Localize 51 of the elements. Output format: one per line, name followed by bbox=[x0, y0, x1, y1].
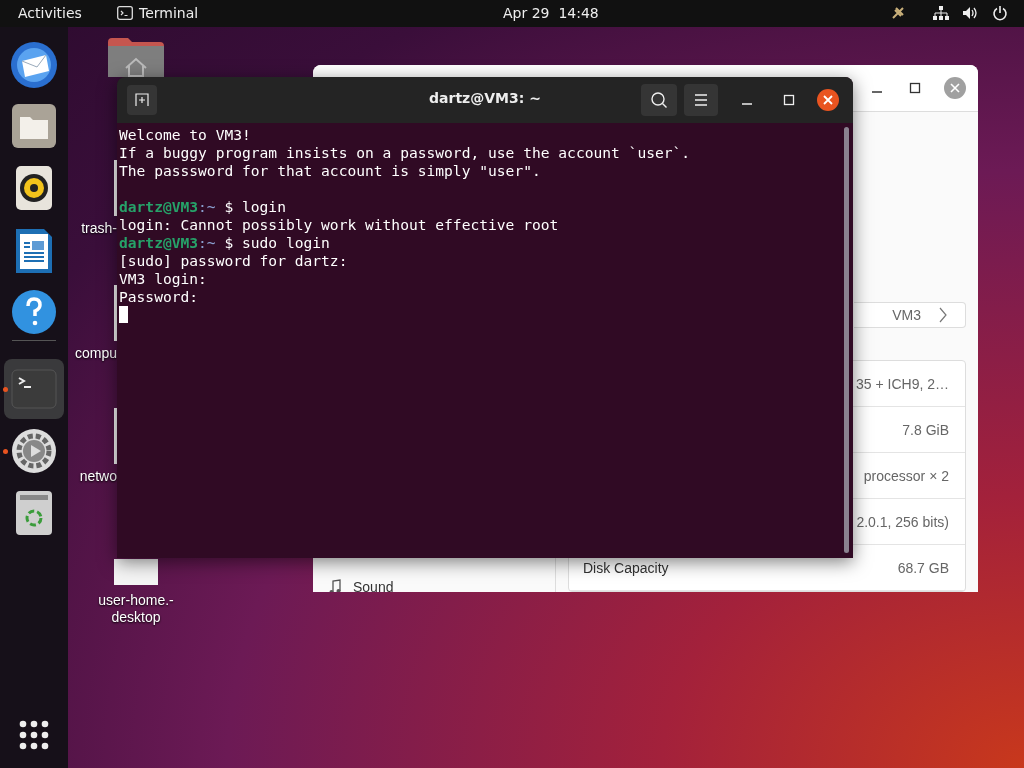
clock[interactable]: Apr 29 14:48 bbox=[503, 5, 599, 21]
pin-icon[interactable] bbox=[890, 5, 906, 21]
terminal-line: [sudo] password for dartz: bbox=[119, 252, 348, 270]
terminal-icon bbox=[11, 369, 57, 409]
home-folder-icon[interactable] bbox=[108, 38, 164, 77]
terminal-line: Password: bbox=[119, 288, 199, 306]
maximize-button[interactable] bbox=[909, 82, 921, 94]
gear-icon bbox=[11, 428, 57, 474]
app-menu[interactable]: Terminal bbox=[139, 5, 199, 21]
terminal-line: The passsword for that account is simply "user". bbox=[119, 162, 541, 180]
menu-button[interactable] bbox=[684, 84, 718, 116]
close-button[interactable] bbox=[817, 89, 839, 111]
info-value: 35 + ICH9, 2… bbox=[856, 375, 949, 392]
desktop-icon-label[interactable]: compu bbox=[74, 345, 117, 362]
info-value: processor × 2 bbox=[863, 467, 949, 484]
envelope-globe-icon bbox=[10, 41, 58, 89]
terminal-icon bbox=[117, 6, 133, 20]
trash-icon bbox=[15, 490, 53, 536]
prompt-line: dartz@VM3:~ $ sudo login bbox=[119, 234, 330, 252]
hostname-row[interactable]: VM3 bbox=[854, 302, 966, 328]
text-cursor bbox=[119, 306, 128, 323]
terminal-line: If a buggy program insists on a password, use the account `user`. bbox=[119, 144, 691, 162]
volume-icon[interactable] bbox=[962, 5, 978, 21]
prompt-line: dartz@VM3:~ $ login bbox=[119, 198, 286, 216]
terminal-line: VM3 login: bbox=[119, 270, 207, 288]
network-icon[interactable] bbox=[932, 5, 950, 21]
desktop-icon-label[interactable]: netwo bbox=[79, 468, 117, 485]
window-title: dartz@VM3: ~ bbox=[429, 90, 541, 106]
terminal-line: Welcome to VM3! bbox=[119, 126, 251, 144]
speaker-icon bbox=[15, 165, 53, 211]
desktop-icon-label[interactable]: trash- bbox=[81, 220, 117, 237]
sidebar-item-label: Sound bbox=[353, 579, 394, 592]
desktop-icon-label[interactable]: user-home.- desktop bbox=[86, 592, 186, 626]
power-icon[interactable] bbox=[992, 5, 1008, 21]
search-button[interactable] bbox=[641, 84, 677, 116]
info-label: Disk Capacity bbox=[583, 559, 669, 576]
info-value: 7.8 GiB bbox=[902, 421, 949, 438]
info-value: 2.0.1, 256 bits) bbox=[856, 513, 949, 530]
activities-button[interactable]: Activities bbox=[18, 5, 82, 21]
new-tab-button[interactable] bbox=[127, 85, 157, 115]
help-icon bbox=[11, 289, 57, 335]
scrollbar[interactable] bbox=[844, 127, 849, 553]
chevron-right-icon bbox=[939, 307, 947, 323]
terminal-line: login: Cannot possibly work without effective root bbox=[119, 216, 559, 234]
hostname-value: VM3 bbox=[892, 307, 921, 323]
sidebar-item[interactable]: Sound bbox=[313, 570, 555, 592]
info-value: 68.7 GB bbox=[897, 559, 949, 576]
document-icon bbox=[15, 228, 53, 274]
folder-icon bbox=[11, 103, 57, 149]
music-note-icon bbox=[329, 579, 341, 592]
app-grid-icon[interactable] bbox=[19, 720, 49, 750]
